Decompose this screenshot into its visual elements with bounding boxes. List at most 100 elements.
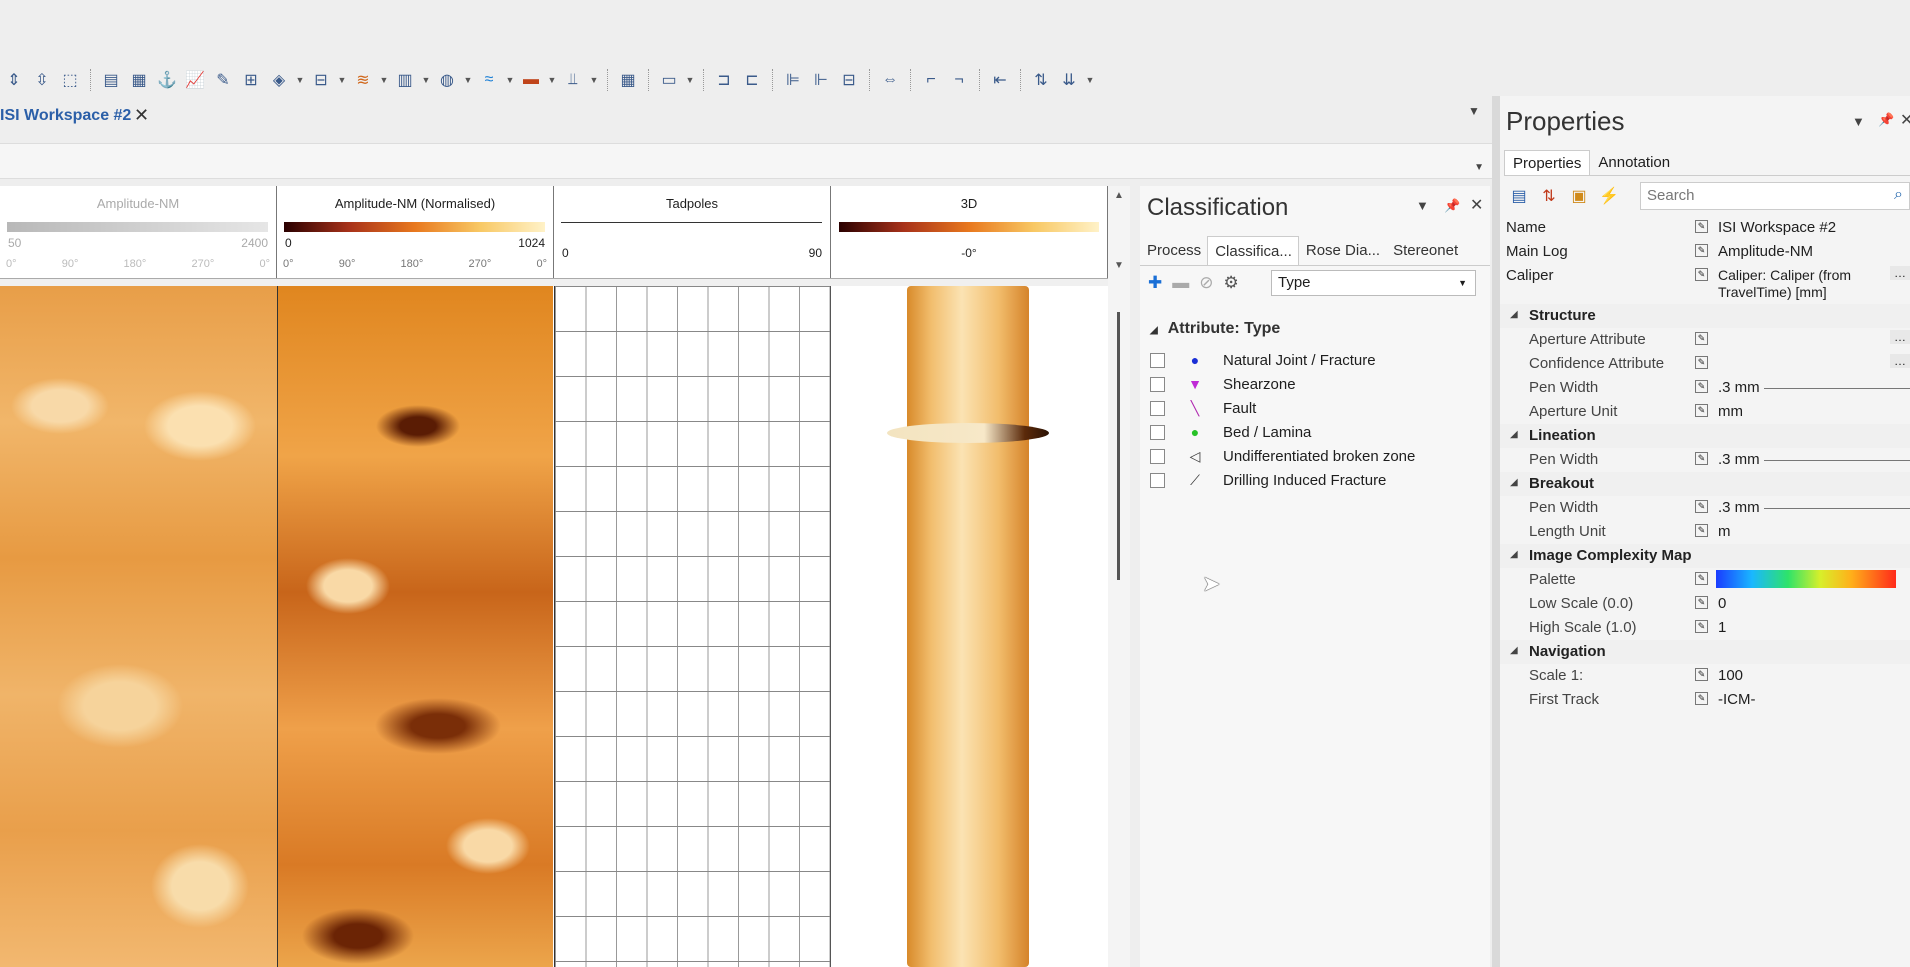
erase-icon[interactable]: ✎ [211, 68, 235, 92]
prop-row-pen-width[interactable]: Pen Width ✎ .3 mm [1500, 376, 1910, 400]
log-view[interactable]: Amplitude-NM 50 2400 0° 90° 180° 270° 0° Amp… [0, 186, 1130, 967]
close-icon[interactable]: ✕ [134, 105, 149, 126]
chevron-down-icon[interactable]: ▼ [379, 68, 389, 92]
gear-icon[interactable]: ⚙ [1224, 273, 1239, 293]
vertical-scrollbar[interactable]: ▲ ▼ [1108, 186, 1130, 967]
edit-icon[interactable]: ✎ [1695, 332, 1708, 345]
add-icon[interactable]: ✚ [1148, 273, 1162, 293]
track-header-tadpoles[interactable]: Tadpoles 0 90 [554, 186, 831, 278]
categorized-icon[interactable]: ▤ [1508, 186, 1530, 208]
tops-up-icon[interactable]: ⌐ [919, 68, 943, 92]
collapse-triangle-icon[interactable]: ◢ [1510, 429, 1518, 440]
edit-icon[interactable]: ✎ [1695, 572, 1708, 585]
prop-row-name[interactable]: Name ✎ ISI Workspace #2 [1500, 216, 1910, 240]
edit-icon[interactable]: ✎ [1695, 404, 1708, 417]
chevron-down-icon[interactable]: ▼ [505, 68, 515, 92]
edit-icon[interactable]: ✎ [1695, 356, 1708, 369]
palette-swatch[interactable] [1716, 570, 1896, 588]
chevron-down-icon[interactable]: ▼ [337, 68, 347, 92]
close-icon[interactable]: ✕ [1900, 110, 1910, 130]
move-icon[interactable]: ⇕ [2, 68, 26, 92]
collapse-triangle-icon[interactable]: ◢ [1510, 309, 1518, 320]
scroll-thumb[interactable] [1117, 312, 1120, 580]
column-icon[interactable]: ▥ [393, 68, 417, 92]
prop-section-lineation[interactable]: ◢ Lineation [1500, 424, 1910, 448]
track-header-amplitude-normalised[interactable]: Amplitude-NM (Normalised) 0 1024 0° 90° 18… [277, 186, 554, 278]
close-icon[interactable]: ✕ [1470, 195, 1483, 215]
anchor-icon[interactable]: ⚓ [155, 68, 179, 92]
prop-row-high-scale[interactable]: High Scale (1.0) ✎ 1 [1500, 616, 1910, 640]
browse-button[interactable]: … [1890, 266, 1910, 280]
collapse-triangle-icon[interactable]: ◢ [1510, 549, 1518, 560]
stereonet-icon[interactable]: ◍ [435, 68, 459, 92]
sort-down-icon[interactable]: ⇊ [1057, 68, 1081, 92]
edit-icon[interactable]: ✎ [1695, 452, 1708, 465]
search-icon[interactable]: ⌕ [1894, 186, 1903, 204]
chevron-down-icon[interactable]: ▼ [421, 68, 431, 92]
edit-icon[interactable]: ✎ [1695, 620, 1708, 633]
edit-icon[interactable]: ✎ [1695, 596, 1708, 609]
track-grid-icon[interactable]: ▦ [616, 68, 640, 92]
prop-row-main-log[interactable]: Main Log ✎ Amplitude-NM [1500, 240, 1910, 264]
resize-icon[interactable]: ⇔ [878, 68, 902, 92]
alphabetical-icon[interactable]: ⇅ [1538, 186, 1560, 208]
chevron-down-icon[interactable]: ▼ [589, 68, 599, 92]
chevron-down-icon[interactable]: ▼ [1852, 114, 1865, 129]
amplitude-normalised-image-track[interactable] [277, 286, 553, 967]
edit-icon[interactable]: ✎ [1695, 220, 1708, 233]
browse-button[interactable]: … [1890, 354, 1910, 368]
tab-classification[interactable]: Classifica... [1207, 236, 1299, 265]
workspace-tab-title[interactable]: ISI Workspace #2 [0, 107, 131, 125]
tab-properties[interactable]: Properties [1504, 150, 1591, 175]
chart-icon[interactable]: 📈 [183, 68, 207, 92]
log-icon[interactable]: ▤ [99, 68, 123, 92]
class-item-broken-zone[interactable]: ◁ Undifferentiated broken zone [1150, 445, 1415, 467]
prop-row-length-unit[interactable]: Length Unit ✎ m [1500, 520, 1910, 544]
chevron-down-icon[interactable]: ▼ [1416, 198, 1429, 213]
checkbox[interactable] [1150, 400, 1165, 416]
checkbox[interactable] [1150, 352, 1165, 368]
sort-up-icon[interactable]: ⇅ [1029, 68, 1053, 92]
paint-icon[interactable]: ⊘ [1199, 273, 1213, 293]
grid-icon[interactable]: ⊞ [239, 68, 263, 92]
trend-icon[interactable]: ⫫ [561, 68, 585, 92]
prop-section-image-complexity-map[interactable]: ◢ Image Complexity Map [1500, 544, 1910, 568]
prop-row-pen-width[interactable]: Pen Width ✎ .3 mm [1500, 496, 1910, 520]
prop-row-aperture-attribute[interactable]: Aperture Attribute ✎ … [1500, 328, 1910, 352]
tab-stereonet[interactable]: Stereonet [1386, 236, 1464, 265]
tab-process[interactable]: Process [1140, 236, 1207, 265]
align-tracks-icon[interactable]: ⊏ [740, 68, 764, 92]
chevron-down-icon[interactable]: ▼ [547, 68, 557, 92]
panel-divider[interactable] [1492, 96, 1500, 967]
edit-icon[interactable]: ✎ [1695, 668, 1708, 681]
checkbox[interactable] [1150, 448, 1165, 464]
prop-row-confidence-attribute[interactable]: Confidence Attribute ✎ … [1500, 352, 1910, 376]
amplitude-image-track[interactable] [0, 286, 277, 967]
chevron-down-icon[interactable]: ▼ [1468, 104, 1480, 118]
edit-icon[interactable]: ✎ [1695, 500, 1708, 513]
edit-icon[interactable]: ✎ [1695, 524, 1708, 537]
tab-rose-diagram[interactable]: Rose Dia... [1299, 236, 1386, 265]
fit-height-icon[interactable]: ⇳ [30, 68, 54, 92]
class-item-natural-joint[interactable]: ● Natural Joint / Fracture [1150, 349, 1376, 371]
panel-icon[interactable]: ▭ [657, 68, 681, 92]
waves-icon[interactable]: ≈ [477, 68, 501, 92]
collapse-triangle-icon[interactable]: ◢ [1150, 325, 1158, 336]
align-left-icon[interactable]: ⊫ [781, 68, 805, 92]
prop-section-structure[interactable]: ◢ Structure [1500, 304, 1910, 328]
chevron-down-icon[interactable]: ▼ [1474, 162, 1484, 173]
pin-icon[interactable]: 📌 [1878, 112, 1894, 128]
prop-row-aperture-unit[interactable]: Aperture Unit ✎ mm [1500, 400, 1910, 424]
3d-track[interactable] [831, 286, 1108, 967]
attribute-header[interactable]: ◢ Attribute: Type [1150, 320, 1280, 338]
track-header-amplitude[interactable]: Amplitude-NM 50 2400 0° 90° 180° 270° 0° [0, 186, 277, 278]
edit-icon[interactable]: ✎ [1695, 268, 1708, 281]
prop-row-first-track[interactable]: First Track ✎ -ICM- [1500, 688, 1910, 712]
prop-row-scale[interactable]: Scale 1: ✎ 100 [1500, 664, 1910, 688]
fracture-icon[interactable]: ≋ [351, 68, 375, 92]
search-input[interactable]: Search ⌕ [1640, 182, 1910, 210]
colormap-icon[interactable]: ▬ [519, 68, 543, 92]
chevron-down-icon[interactable]: ▼ [1085, 68, 1095, 92]
class-item-bed-lamina[interactable]: ● Bed / Lamina [1150, 421, 1311, 443]
pin-icon[interactable]: 📌 [1444, 198, 1460, 214]
